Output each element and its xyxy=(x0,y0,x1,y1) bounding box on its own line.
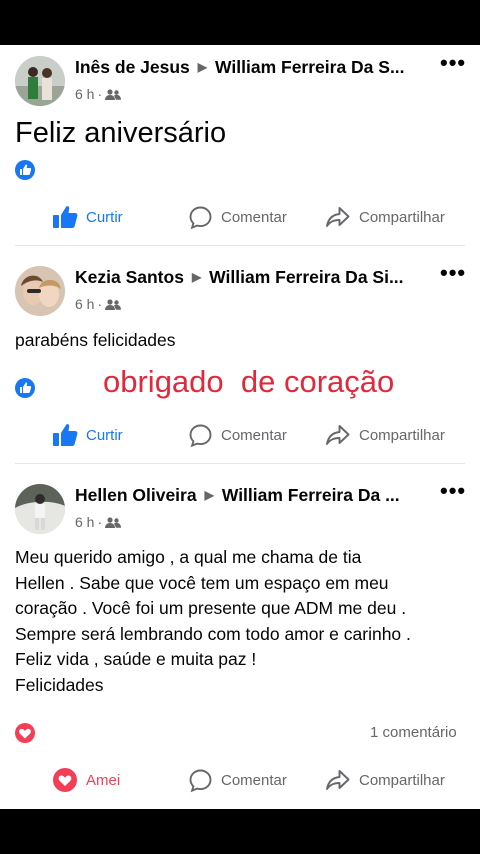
like-reaction-icon[interactable] xyxy=(15,160,35,180)
post-actions: Curtir Comentar Compartilhar xyxy=(0,197,480,237)
thumbs-up-icon xyxy=(52,205,78,229)
post-actions: Curtir Comentar Compartilhar xyxy=(0,415,480,455)
share-icon xyxy=(325,205,351,229)
post-meta: 6 h · xyxy=(75,86,122,104)
target-name[interactable]: William Ferreira Da ... xyxy=(222,485,400,505)
post-header: Hellen Oliveira ▶ William Ferreira Da ... xyxy=(75,485,435,509)
comment-button[interactable]: Comentar xyxy=(188,197,287,237)
heart-reaction-icon[interactable] xyxy=(15,723,35,743)
divider xyxy=(15,245,465,246)
share-button[interactable]: Compartilhar xyxy=(325,415,445,455)
post-text: parabéns felicidades xyxy=(15,330,176,350)
timestamp[interactable]: 6 h xyxy=(75,86,94,102)
arrow-right-icon: ▶ xyxy=(204,488,214,502)
text-line: Sempre será lembrando com todo amor e ca… xyxy=(15,623,411,644)
share-icon xyxy=(325,768,351,792)
text-line: Felicidades xyxy=(15,674,104,695)
post-text: Meu querido amigo , a qual me chama de t… xyxy=(15,545,470,698)
text-line: Hellen . Sabe que você tem um espaço em … xyxy=(15,572,389,593)
share-icon xyxy=(325,423,351,447)
target-name[interactable]: William Ferreira Da Si... xyxy=(209,267,403,287)
heart-icon xyxy=(52,767,78,793)
text-line: coração . Você foi um presente que ADM m… xyxy=(15,598,407,618)
timestamp[interactable]: 6 h xyxy=(75,296,94,312)
share-button[interactable]: Compartilhar xyxy=(325,197,445,237)
like-button[interactable]: Curtir xyxy=(52,197,123,237)
friends-icon xyxy=(105,88,122,104)
text-line: Meu querido amigo , a qual me chama de t… xyxy=(15,547,362,567)
comment-count[interactable]: 1 comentário xyxy=(370,724,457,741)
bottom-black-bar xyxy=(0,809,480,854)
comment-button[interactable]: Comentar xyxy=(188,415,287,455)
share-button[interactable]: Compartilhar xyxy=(325,760,445,800)
post-meta: 6 h · xyxy=(75,296,122,314)
more-options-icon[interactable]: ••• xyxy=(440,52,470,78)
author-name[interactable]: Inês de Jesus xyxy=(75,57,190,77)
avatar[interactable] xyxy=(15,266,65,316)
like-reaction-icon[interactable] xyxy=(15,378,35,398)
friends-icon xyxy=(105,298,122,314)
post-text: Feliz aniversário xyxy=(15,117,227,149)
like-button[interactable]: Curtir xyxy=(52,415,123,455)
more-options-icon[interactable]: ••• xyxy=(440,262,470,288)
love-button[interactable]: Amei xyxy=(52,760,120,800)
author-name[interactable]: Hellen Oliveira xyxy=(75,485,197,505)
post-actions: Amei Comentar Compartilhar xyxy=(0,760,480,800)
comment-button[interactable]: Comentar xyxy=(188,760,287,800)
author-name[interactable]: Kezia Santos xyxy=(75,267,184,287)
target-name[interactable]: William Ferreira Da S... xyxy=(215,57,405,77)
arrow-right-icon: ▶ xyxy=(197,60,208,74)
comment-icon xyxy=(188,423,213,448)
divider xyxy=(15,463,465,464)
post-meta: 6 h · xyxy=(75,514,122,532)
timestamp[interactable]: 6 h xyxy=(75,514,94,530)
arrow-right-icon: ▶ xyxy=(191,270,202,284)
post-header: Inês de Jesus ▶ William Ferreira Da S... xyxy=(75,57,435,81)
avatar[interactable] xyxy=(15,56,65,106)
post-header: Kezia Santos ▶ William Ferreira Da Si... xyxy=(75,267,435,291)
comment-icon xyxy=(188,205,213,230)
thumbs-up-icon xyxy=(52,423,78,447)
comment-icon xyxy=(188,768,213,793)
top-black-bar xyxy=(0,0,480,45)
text-line: Feliz vida , saúde e muita paz ! xyxy=(15,649,257,669)
friends-icon xyxy=(105,516,122,532)
overlay-caption: obrigado de coração xyxy=(103,364,395,399)
more-options-icon[interactable]: ••• xyxy=(440,480,470,506)
avatar[interactable] xyxy=(15,484,65,534)
